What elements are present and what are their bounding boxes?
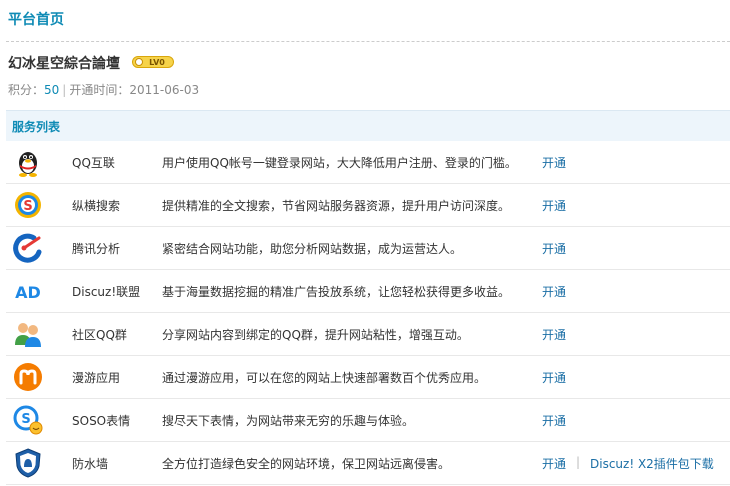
service-row-analytics: 腾讯分析 紧密结合网站功能，助您分析网站数据，成为运营达人。 开通 bbox=[6, 227, 730, 270]
service-name: 防水墙 bbox=[72, 457, 109, 471]
analytics-icon bbox=[13, 233, 42, 263]
service-row-firewall: 防水墙 全方位打造绿色安全的网站环境，保卫网站远离侵害。 开通 | Discuz… bbox=[6, 442, 730, 485]
service-name: QQ互联 bbox=[72, 156, 115, 170]
service-row-soso-emoticon: S SOSO表情 搜尽天下表情，为网站带来无穷的乐趣与体验。 开通 bbox=[6, 399, 730, 442]
open-button[interactable]: 开通 bbox=[542, 197, 566, 214]
users-group-icon bbox=[15, 323, 41, 347]
level-badge-icon: LV0 bbox=[132, 56, 174, 68]
open-button[interactable]: 开通 bbox=[542, 283, 566, 300]
service-list-title: 服务列表 bbox=[12, 120, 61, 134]
service-desc: 提供精准的全文搜索，节省网站服务器资源，提升用户访问深度。 bbox=[162, 199, 511, 213]
page-title: 平台首页 bbox=[8, 12, 64, 28]
open-time-label: 开通时间： bbox=[69, 83, 130, 97]
service-desc: 基于海量数据挖掘的精准广告投放系统，让您轻松获得更多收益。 bbox=[162, 285, 511, 299]
service-row-qq-connect: QQ互联 用户使用QQ帐号一键登录网站，大大降低用户注册、登录的门槛。 开通 bbox=[6, 141, 730, 184]
firewall-shield-icon bbox=[15, 448, 41, 478]
open-button[interactable]: 开通 bbox=[542, 240, 566, 257]
site-name: 幻冰星空綜合論壇 bbox=[8, 56, 120, 72]
divider bbox=[6, 41, 730, 42]
service-desc: 紧密结合网站功能，助您分析网站数据，成为运营达人。 bbox=[162, 242, 463, 256]
service-desc: 全方位打造绿色安全的网站环境，保卫网站远离侵害。 bbox=[162, 457, 451, 471]
service-desc: 分享网站内容到绑定的QQ群，提升网站粘性，增强互动。 bbox=[162, 328, 469, 342]
svg-text:S: S bbox=[23, 199, 32, 214]
level-badge-text: LV0 bbox=[149, 58, 165, 67]
service-desc: 搜尽天下表情，为网站带来无穷的乐趣与体验。 bbox=[162, 414, 415, 428]
qq-penguin-icon bbox=[19, 152, 37, 177]
service-list-header: 服务列表 bbox=[6, 110, 730, 141]
score-value[interactable]: 50 bbox=[44, 83, 59, 97]
service-name: 纵横搜索 bbox=[72, 199, 121, 213]
open-time-value: 2011-06-03 bbox=[129, 83, 200, 97]
open-button[interactable]: 开通 bbox=[542, 369, 566, 386]
open-button[interactable]: 开通 bbox=[542, 455, 566, 472]
service-name: 腾讯分析 bbox=[72, 242, 121, 256]
service-desc: 通过漫游应用，可以在您的网站上快速部署数百个优秀应用。 bbox=[162, 371, 487, 385]
open-button[interactable]: 开通 bbox=[542, 326, 566, 343]
link-separator: | bbox=[576, 455, 581, 469]
soso-emoticon-icon: S bbox=[13, 405, 43, 435]
service-name: Discuz!联盟 bbox=[72, 285, 141, 299]
service-name: 社区QQ群 bbox=[72, 328, 127, 342]
score-label: 积分： bbox=[8, 83, 45, 97]
service-list: QQ互联 用户使用QQ帐号一键登录网站，大大降低用户注册、登录的门槛。 开通 S… bbox=[6, 141, 730, 485]
soso-search-icon: S bbox=[15, 192, 41, 218]
open-button[interactable]: 开通 bbox=[542, 154, 566, 171]
manyou-icon bbox=[14, 363, 42, 391]
svg-text:AD: AD bbox=[15, 283, 41, 302]
service-name: 漫游应用 bbox=[72, 371, 121, 385]
service-row-manyou: 漫游应用 通过漫游应用，可以在您的网站上快速部署数百个优秀应用。 开通 bbox=[6, 356, 730, 399]
service-name: SOSO表情 bbox=[72, 414, 131, 428]
service-row-search: S 纵横搜索 提供精准的全文搜索，节省网站服务器资源，提升用户访问深度。 开通 bbox=[6, 184, 730, 227]
service-desc: 用户使用QQ帐号一键登录网站，大大降低用户注册、登录的门槛。 bbox=[162, 156, 517, 170]
ad-icon: AD bbox=[13, 282, 43, 302]
meta-separator: | bbox=[62, 83, 67, 97]
service-row-alliance: AD Discuz!联盟 基于海量数据挖掘的精准广告投放系统，让您轻松获得更多收… bbox=[6, 270, 730, 313]
service-row-qq-group: 社区QQ群 分享网站内容到绑定的QQ群，提升网站粘性，增强互动。 开通 bbox=[6, 313, 730, 356]
open-button[interactable]: 开通 bbox=[542, 412, 566, 429]
svg-text:S: S bbox=[21, 412, 30, 427]
plugin-download-link[interactable]: Discuz! X2插件包下载 bbox=[590, 455, 714, 472]
site-meta: 积分：50 | 开通时间：2011-06-03 bbox=[8, 81, 199, 98]
